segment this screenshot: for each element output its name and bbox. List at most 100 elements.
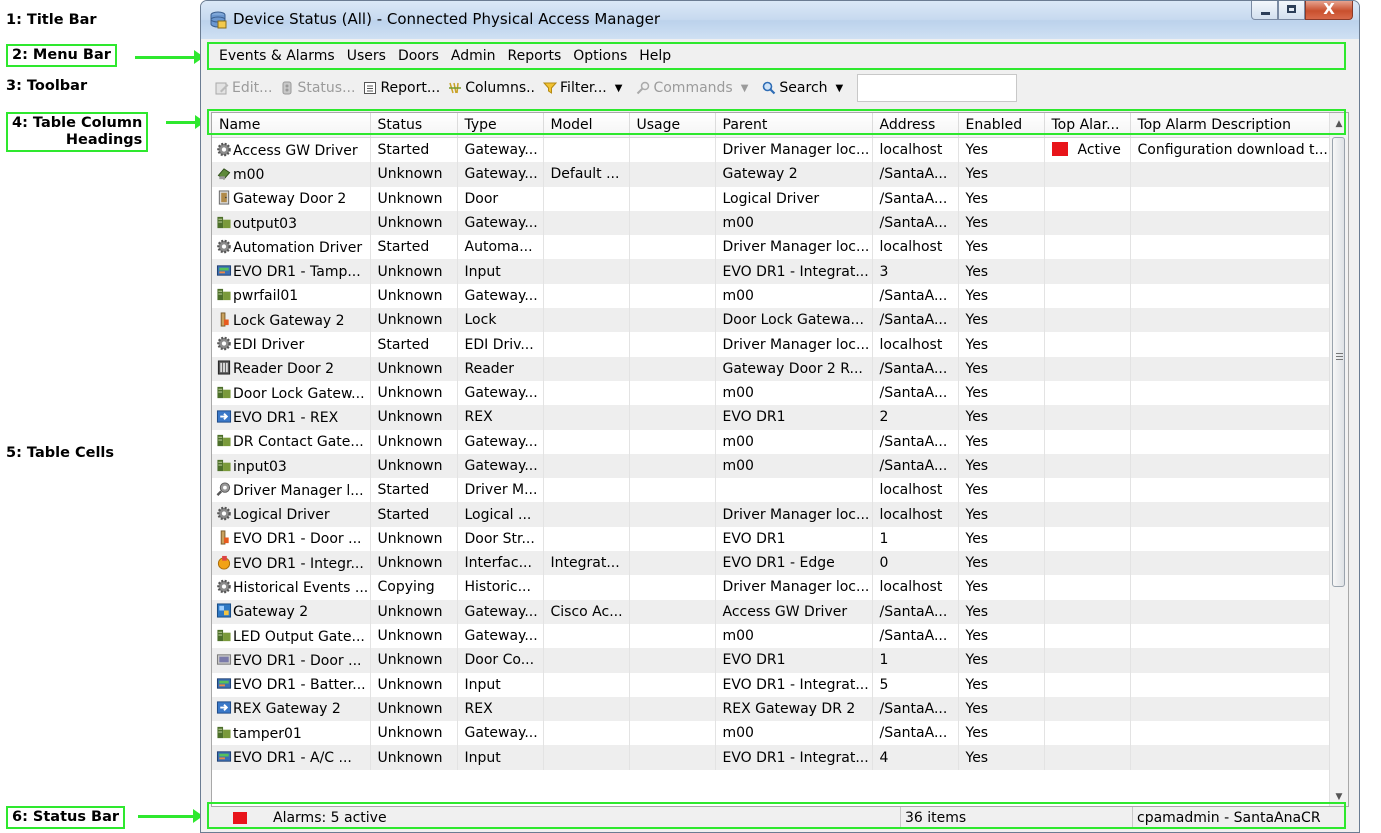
table-row[interactable]: REX Gateway 2 Unknown REX REX Gateway DR 2/… <box>212 696 1333 722</box>
scrollbar-thumb[interactable] <box>1332 137 1345 587</box>
cell-top-alarm-desc <box>1130 502 1333 527</box>
table-row[interactable]: EVO DR1 - REX Unknown REX EVO DR1 2 Yes <box>212 405 1333 430</box>
cell-name: Reader Door 2 <box>212 356 371 381</box>
cell-usage <box>629 453 716 479</box>
cell-name-text: EVO DR1 - REX <box>233 409 339 426</box>
cell-model <box>543 453 630 479</box>
table-row[interactable]: Lock Gateway 2 Unknown Lock Door Lock Gatew… <box>212 308 1333 333</box>
filter-dropdown-caret[interactable]: ▼ <box>615 83 623 94</box>
menu-admin[interactable]: Admin <box>445 48 502 64</box>
cell-enabled: Yes <box>958 332 1045 357</box>
cell-usage <box>629 623 716 649</box>
minimize-button[interactable] <box>1251 1 1278 20</box>
cell-model <box>543 332 630 357</box>
cell-status: Unknown <box>370 648 458 673</box>
cell-address: 4 <box>872 745 959 770</box>
cell-top-alarm <box>1044 453 1131 479</box>
title-bar[interactable]: Device Status (All) - Connected Physical… <box>201 1 1359 39</box>
cell-address: /SantaA... <box>872 623 959 649</box>
cell-status: Unknown <box>370 380 458 406</box>
table-row[interactable]: DR Contact Gate... Unknown Gateway... m00/S… <box>212 429 1333 454</box>
cell-status: Started <box>370 478 458 503</box>
edit-button[interactable]: Edit... <box>211 80 276 96</box>
cell-parent: Driver Manager loc... <box>715 502 873 527</box>
maximize-button[interactable] <box>1278 1 1305 20</box>
column-header-usage[interactable]: Usage <box>629 113 716 138</box>
cell-type: Interfac... <box>457 551 544 576</box>
column-header-type[interactable]: Type <box>457 113 544 138</box>
column-header-model[interactable]: Model <box>543 113 630 138</box>
table-row[interactable]: Automation Driver Started Automa... Driver … <box>212 235 1333 260</box>
table-row[interactable]: Logical Driver Started Logical ... Driver M… <box>212 502 1333 527</box>
cell-usage <box>629 308 716 333</box>
column-header-top-alarm-description[interactable]: Top Alarm Description <box>1130 113 1333 138</box>
door-contact-icon <box>216 652 232 667</box>
search-button[interactable]: Search ▼ <box>758 80 853 96</box>
status-alarms-segment[interactable]: Alarms: 5 active <box>211 807 901 829</box>
commands-dropdown-caret[interactable]: ▼ <box>741 83 749 94</box>
table-row[interactable]: Access GW Driver Started Gateway... Driver … <box>212 137 1333 163</box>
gear-icon <box>216 142 232 157</box>
table-row[interactable]: Gateway Door 2 Unknown Door Logical Driver /… <box>212 186 1333 211</box>
cell-parent: EVO DR1 - Integrat... <box>715 745 873 770</box>
column-header-status[interactable]: Status <box>370 113 458 138</box>
cell-top-alarm-desc <box>1130 405 1333 430</box>
column-header-top-alarm[interactable]: Top Alar... <box>1044 113 1131 138</box>
table-row[interactable]: pwrfail01 Unknown Gateway... m00/SantaA... Y… <box>212 283 1333 309</box>
menu-help[interactable]: Help <box>633 48 677 64</box>
search-icon <box>763 81 776 95</box>
columns-button[interactable]: Columns.. <box>444 80 539 96</box>
column-header-address[interactable]: Address <box>872 113 959 138</box>
cell-name-text: Logical Driver <box>233 507 330 524</box>
cell-parent: Door Lock Gatewa... <box>715 308 873 333</box>
table-row[interactable]: EVO DR1 - Door ... Unknown Door Co... EVO D… <box>212 648 1333 673</box>
table-row[interactable]: input03 Unknown Gateway... m00/SantaA... Yes <box>212 453 1333 479</box>
cell-name-text: m00 <box>233 166 265 183</box>
search-input[interactable] <box>857 74 1018 102</box>
table-row[interactable]: Gateway 2 Unknown Gateway... Cisco Ac... Acc… <box>212 599 1333 624</box>
table-row[interactable]: m00 Unknown Gateway... Default ... Gateway 2… <box>212 162 1333 187</box>
scroll-up-arrow-icon[interactable]: ▲ <box>1330 115 1348 133</box>
vertical-scrollbar[interactable]: ▲ ▼ <box>1329 113 1348 806</box>
input-icon <box>216 749 232 764</box>
menu-reports[interactable]: Reports <box>502 48 568 64</box>
report-button[interactable]: Report... <box>359 80 444 96</box>
close-button[interactable]: X <box>1305 1 1353 20</box>
column-header-name[interactable]: Name <box>212 113 371 138</box>
cell-name: pwrfail01 <box>212 283 371 309</box>
cell-enabled: Yes <box>958 599 1045 624</box>
table-row[interactable]: output03 Unknown Gateway... m00/SantaA... Ye… <box>212 210 1333 236</box>
table-row[interactable]: EVO DR1 - Tamp... Unknown Input EVO DR1 - I… <box>212 259 1333 284</box>
table-row[interactable]: EVO DR1 - Integr... Unknown Interfac... Int… <box>212 551 1333 576</box>
cell-address: 1 <box>872 648 959 673</box>
filter-button[interactable]: Filter... ▼ <box>539 80 632 96</box>
commands-button[interactable]: Commands ▼ <box>632 80 758 96</box>
cell-status: Unknown <box>370 453 458 479</box>
menu-users[interactable]: Users <box>341 48 392 64</box>
cell-enabled: Yes <box>958 696 1045 722</box>
scroll-down-arrow-icon[interactable]: ▼ <box>1330 788 1348 806</box>
table-row[interactable]: tamper01 Unknown Gateway... m00/SantaA... Ye… <box>212 721 1333 746</box>
cell-name: Door Lock Gatew... <box>212 380 371 406</box>
status-button[interactable]: Status... <box>276 80 359 96</box>
column-header-enabled[interactable]: Enabled <box>958 113 1045 138</box>
table-row[interactable]: Historical Events ... Copying Historic... D… <box>212 575 1333 600</box>
cell-enabled: Yes <box>958 162 1045 187</box>
table-row[interactable]: EVO DR1 - A/C ... Unknown Input EVO DR1 - I… <box>212 745 1333 770</box>
column-header-parent[interactable]: Parent <box>715 113 873 138</box>
menu-events-alarms[interactable]: Events & Alarms <box>211 48 341 64</box>
table-row[interactable]: Door Lock Gatew... Unknown Gateway... m00/S… <box>212 380 1333 406</box>
menu-options[interactable]: Options <box>567 48 633 64</box>
cell-top-alarm-desc <box>1130 648 1333 673</box>
table-row[interactable]: Driver Manager l... Started Driver M... loc… <box>212 478 1333 503</box>
cell-address: 0 <box>872 551 959 576</box>
cell-address: /SantaA... <box>872 186 959 211</box>
menu-doors[interactable]: Doors <box>392 48 445 64</box>
table-row[interactable]: LED Output Gate... Unknown Gateway... m00/S… <box>212 623 1333 649</box>
table-row[interactable]: EDI Driver Started EDI Driv... Driver Manag… <box>212 332 1333 357</box>
search-dropdown-caret[interactable]: ▼ <box>836 83 844 94</box>
cell-top-alarm <box>1044 283 1131 309</box>
table-row[interactable]: EVO DR1 - Door ... Unknown Door Str... EVO … <box>212 526 1333 552</box>
table-row[interactable]: Reader Door 2 Unknown Reader Gateway Door 2… <box>212 356 1333 381</box>
table-row[interactable]: EVO DR1 - Batter... Unknown Input EVO DR1 -… <box>212 672 1333 697</box>
